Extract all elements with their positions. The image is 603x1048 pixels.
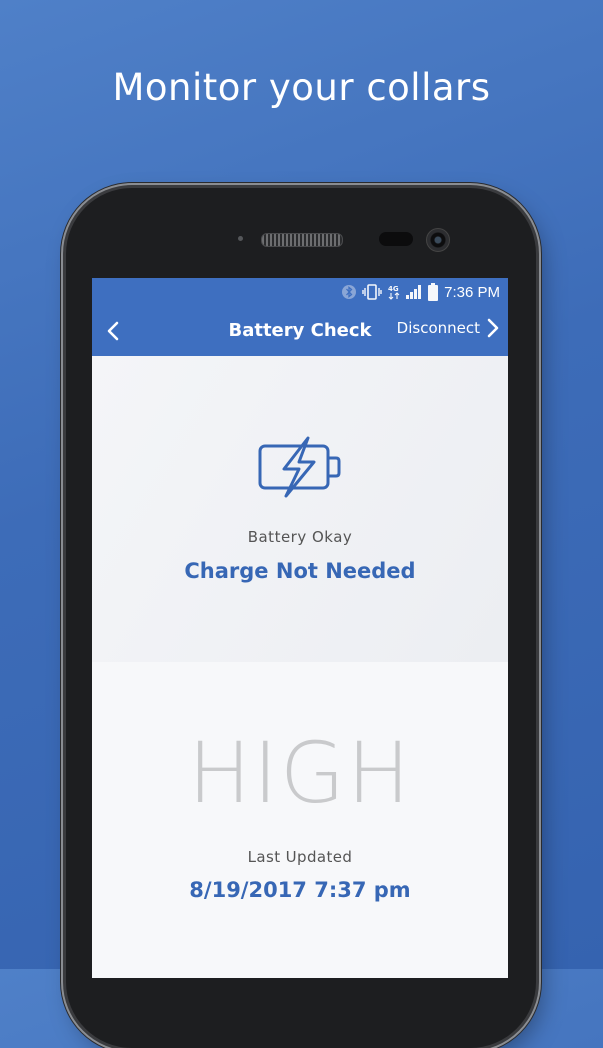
status-bar: 4G 7:36 PM xyxy=(92,278,508,306)
last-updated-value: 8/19/2017 7:37 pm xyxy=(189,878,411,902)
signal-icon xyxy=(406,284,422,300)
vibrate-icon xyxy=(362,284,382,300)
front-camera xyxy=(426,228,450,252)
status-time: 7:36 PM xyxy=(444,283,500,301)
battery-level-value: HIGH xyxy=(187,724,413,822)
chevron-right-icon xyxy=(487,318,499,338)
battery-icon xyxy=(428,283,439,301)
earpiece-speaker xyxy=(261,233,343,247)
bluetooth-icon xyxy=(342,284,357,300)
disconnect-button[interactable]: Disconnect xyxy=(397,318,500,338)
headline: Monitor your collars xyxy=(112,66,491,109)
svg-text:4G: 4G xyxy=(388,285,399,293)
last-updated-label: Last Updated xyxy=(247,848,353,866)
battery-status-label: Battery Okay xyxy=(247,528,353,546)
battery-status-panel: Battery Okay Charge Not Needed xyxy=(92,356,508,662)
battery-status-value: Charge Not Needed xyxy=(184,559,416,583)
battery-level-panel: HIGH Last Updated 8/19/2017 7:37 pm xyxy=(92,662,508,978)
app-bar: Battery Check Disconnect xyxy=(92,306,508,356)
disconnect-label: Disconnect xyxy=(396,319,480,337)
proximity-sensor xyxy=(238,236,243,241)
app-screen: 4G 7:36 PM Battery Check Disconnect Batt… xyxy=(92,278,508,978)
battery-charging-icon xyxy=(258,436,344,503)
light-sensor xyxy=(379,232,413,246)
4g-lte-icon: 4G xyxy=(388,284,400,300)
